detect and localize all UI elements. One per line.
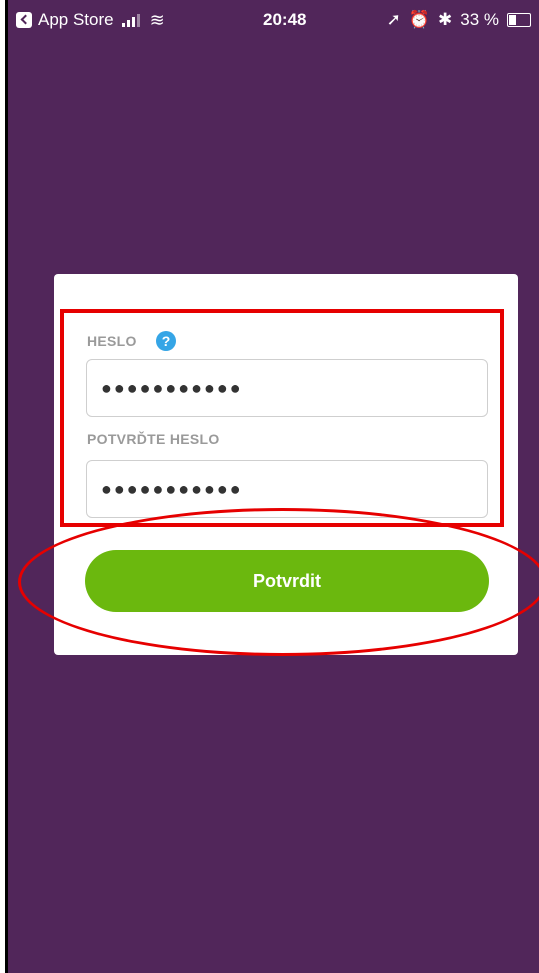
bluetooth-icon: ✱ bbox=[438, 10, 453, 29]
alarm-icon: ⏰ bbox=[408, 10, 430, 29]
confirm-password-label: POTVRĎTE HESLO bbox=[87, 431, 220, 447]
wifi-icon: ≋ bbox=[149, 10, 165, 30]
location-icon: ➚ bbox=[386, 10, 401, 29]
password-label: HESLO bbox=[87, 333, 137, 349]
status-bar: App Store ≋ 20:48 ➚ ⏰ ✱ 33 % bbox=[8, 0, 539, 40]
back-icon bbox=[16, 12, 32, 28]
app-screen: App Store ≋ 20:48 ➚ ⏰ ✱ 33 % HESLO ? ●●●… bbox=[5, 0, 539, 973]
status-right: ➚ ⏰ ✱ 33 % bbox=[387, 10, 531, 30]
signal-icon bbox=[121, 13, 140, 27]
back-to-app[interactable]: App Store ≋ bbox=[16, 10, 165, 30]
help-icon[interactable]: ? bbox=[156, 331, 176, 351]
annotation-ellipse bbox=[18, 508, 539, 656]
status-time: 20:48 bbox=[263, 10, 307, 29]
back-app-label: App Store bbox=[38, 10, 114, 29]
battery-percent: 33 % bbox=[460, 10, 499, 29]
battery-icon bbox=[507, 13, 531, 27]
password-field[interactable]: ●●●●●●●●●●● bbox=[86, 359, 488, 417]
